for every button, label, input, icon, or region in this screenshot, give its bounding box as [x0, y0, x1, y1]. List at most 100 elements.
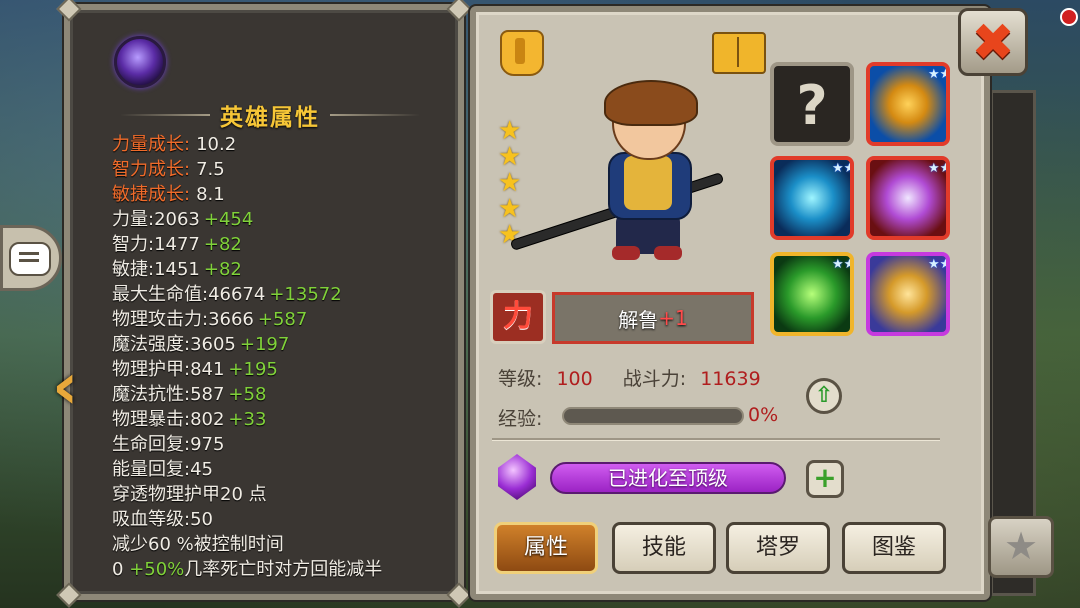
growth-label: 智力成长:	[112, 159, 191, 180]
attribute-bonus: +33	[228, 409, 267, 430]
tab-tarot[interactable]: 塔罗	[726, 522, 830, 574]
question-mark-icon: ?	[796, 74, 828, 137]
attribute-stat: 魔法强度:3605 +197	[112, 332, 462, 357]
attribute-list: 力量成长: 10.2 智力成长: 7.5 敏捷成长: 8.1 力量:2063 +454 智力:1…	[112, 132, 462, 582]
attribute-text: 魔法抗性:587	[112, 384, 225, 405]
equipment-slot-unknown[interactable]: ?	[770, 62, 854, 146]
attribute-stat: 敏捷:1451 +82	[112, 257, 462, 282]
attribute-text: 穿透物理护甲20 点	[112, 484, 267, 505]
attribute-text: 力量:2063	[112, 209, 200, 230]
attribute-bonus: +58	[228, 384, 267, 405]
exp-label: 经验:	[498, 408, 543, 430]
attribute-text: 减少60 %被控制时间	[112, 534, 284, 555]
book-icon[interactable]	[712, 32, 766, 74]
equipment-slot-cape[interactable]: ★★★★★	[866, 156, 950, 240]
tab-skills[interactable]: 技能	[612, 522, 716, 574]
close-icon: ✖	[971, 13, 1015, 73]
attribute-stat: 能量回复:45	[112, 457, 462, 482]
hero-attributes-panel: 英雄属性 力量成长: 10.2 智力成长: 7.5 敏捷成长: 8.1 力量:2063 +45…	[56, 0, 472, 608]
attribute-stat: 物理护甲:841 +195	[112, 357, 462, 382]
hero-name-bar: 解鲁 +1	[552, 292, 754, 344]
section-divider	[492, 438, 940, 440]
equipment-stars: ★★★★★	[832, 257, 854, 272]
attribute-text: 敏捷:1451	[112, 259, 200, 280]
title-ornament-left	[120, 114, 210, 116]
attribute-text: 物理攻击力:3666	[112, 309, 254, 330]
level-up-button[interactable]: ⇧	[806, 378, 842, 414]
attribute-bonus: +195	[228, 359, 278, 380]
equipment-stars: ★★★★★	[928, 67, 950, 82]
attribute-stat: 生命回复:975	[112, 432, 462, 457]
growth-label: 力量成长:	[112, 134, 191, 155]
attribute-text: 物理暴击:802	[112, 409, 225, 430]
attribute-text: 智力:1477	[112, 234, 200, 255]
power-label: 战斗力:	[622, 368, 687, 390]
evolve-add-button[interactable]: +	[806, 460, 844, 498]
attribute-prefix: 0	[112, 559, 130, 580]
growth-label: 敏捷成长:	[112, 184, 191, 205]
panel-title-row: 英雄属性	[110, 98, 430, 132]
title-ornament-right	[330, 114, 420, 116]
equipment-stars: ★★★★★	[928, 257, 950, 272]
hero-boot	[612, 246, 640, 260]
attribute-bonus: +197	[239, 334, 290, 355]
attribute-text: 生命回复:975	[112, 434, 225, 455]
hero-hair	[604, 80, 698, 126]
attribute-bonus: +50%	[129, 559, 185, 580]
panel-title: 英雄属性	[220, 105, 320, 131]
evolution-status-bar: 已进化至顶级	[550, 462, 786, 494]
growth-stat: 敏捷成长: 8.1	[112, 182, 462, 207]
hero-rank-plus: +1	[658, 306, 688, 330]
growth-stat: 智力成长: 7.5	[112, 157, 462, 182]
power-value: 11639	[700, 368, 761, 390]
attribute-bonus: +13572	[269, 284, 342, 305]
chat-icon	[9, 242, 51, 276]
growth-value: 7.5	[196, 159, 225, 180]
level-value: 100	[556, 368, 593, 390]
tab-attributes[interactable]: 属性	[494, 522, 598, 574]
equipment-slot-shield[interactable]: ★★★★★	[770, 156, 854, 240]
attribute-text: 魔法强度:3605	[112, 334, 236, 355]
equipment-slot-helmet[interactable]: ★★★★★	[866, 62, 950, 146]
attribute-text: 能量回复:45	[112, 459, 213, 480]
previous-hero-arrow[interactable]: ‹	[52, 350, 78, 424]
close-button[interactable]: ✖	[958, 8, 1028, 76]
tab-codex[interactable]: 图鉴	[842, 522, 946, 574]
hero-boot	[654, 246, 682, 260]
attribute-stat: 力量:2063 +454	[112, 207, 462, 232]
attribute-bonus: +587	[257, 309, 308, 330]
equipment-slot-boots[interactable]: ★★★★★	[866, 252, 950, 336]
exp-percent: 0%	[748, 404, 779, 426]
level-power-row: 等级: 100 战斗力: 11639	[498, 364, 761, 391]
notification-dot	[1060, 8, 1078, 26]
armor-icon[interactable]	[500, 30, 544, 76]
hero-vest	[624, 156, 672, 210]
attribute-text: 物理护甲:841	[112, 359, 225, 380]
favorite-star-button[interactable]: ★	[988, 516, 1054, 578]
attribute-stat: 最大生命值:46674 +13572	[112, 282, 462, 307]
attribute-suffix: 几率死亡时对方回能减半	[184, 559, 383, 580]
attribute-stat: 物理暴击:802 +33	[112, 407, 462, 432]
attribute-stat: 智力:1477 +82	[112, 232, 462, 257]
growth-value: 8.1	[196, 184, 225, 205]
attribute-stat: 穿透物理护甲20 点	[112, 482, 462, 507]
attribute-stat: 吸血等级:50	[112, 507, 462, 532]
growth-stat: 力量成长: 10.2	[112, 132, 462, 157]
attribute-bonus: +82	[203, 259, 242, 280]
equipment-stars: ★★★★★	[832, 161, 854, 176]
hero-name: 解鲁	[618, 307, 659, 332]
strength-type-badge: 力	[490, 290, 546, 344]
attribute-stat: 0 +50%几率死亡时对方回能减半	[112, 557, 462, 582]
attribute-stat: 物理攻击力:3666 +587	[112, 307, 462, 332]
hero-portrait	[509, 80, 750, 270]
equipment-slot-armor[interactable]: ★★★★★	[770, 252, 854, 336]
attribute-bonus: +454	[203, 209, 254, 230]
exp-progress-bar	[562, 407, 744, 425]
attribute-stat: 减少60 %被控制时间	[112, 532, 462, 557]
level-label: 等级:	[498, 368, 543, 390]
attribute-bonus: +82	[203, 234, 242, 255]
attribute-text: 吸血等级:50	[112, 509, 213, 530]
attribute-text: 最大生命值:46674	[112, 284, 266, 305]
equipment-stars: ★★★★★	[928, 161, 950, 176]
growth-value: 10.2	[196, 134, 237, 155]
